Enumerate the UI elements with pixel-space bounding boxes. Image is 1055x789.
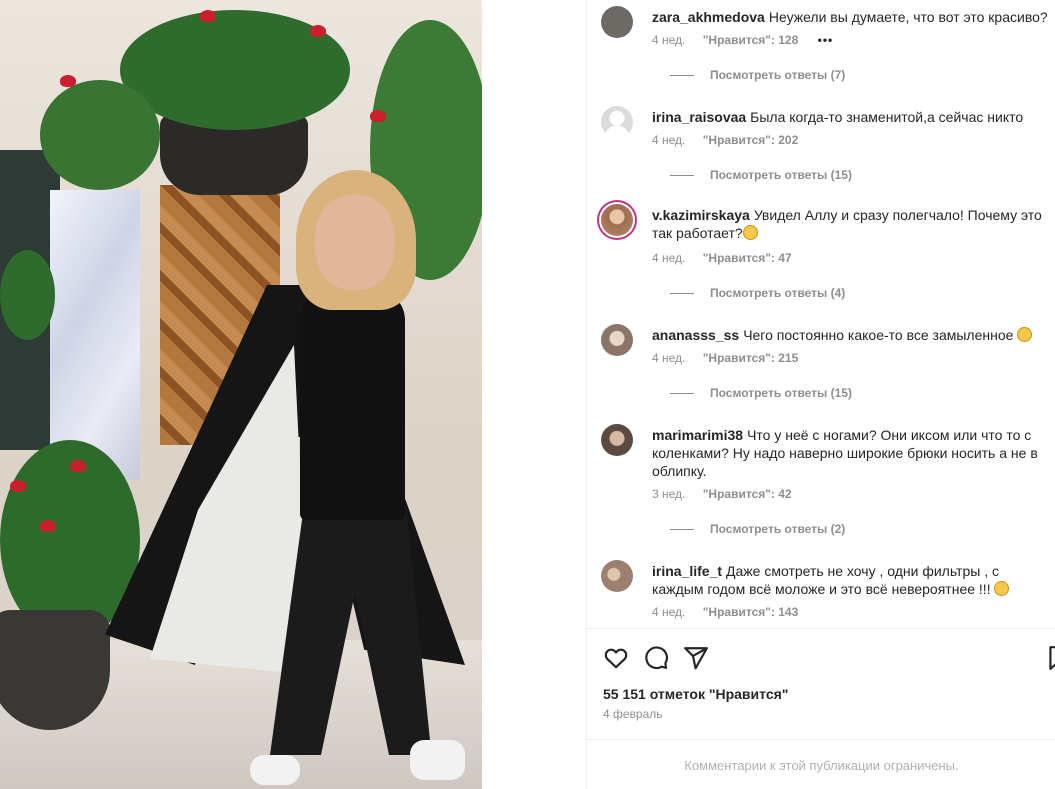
photo-shirt: [300, 290, 405, 520]
avatar-image: [601, 424, 633, 456]
photo-flower: [10, 480, 26, 492]
photo-mirror: [50, 190, 140, 480]
comment-text: Неужели вы думаете, что вот это красиво?: [768, 9, 1048, 25]
comment-meta: 4 нед. "Нравится": 128 •••: [652, 33, 847, 47]
view-replies-button[interactable]: Посмотреть ответы (2): [670, 522, 845, 536]
avatar[interactable]: [601, 424, 633, 456]
photo-flower: [70, 460, 86, 472]
comments-list[interactable]: zara_akhmedova Неужели вы думаете, что во…: [587, 0, 1055, 628]
view-replies-label: Посмотреть ответы (15): [710, 386, 852, 400]
action-icons: [603, 645, 709, 671]
view-replies-button[interactable]: Посмотреть ответы (7): [670, 68, 845, 82]
post-date[interactable]: 4 февраль: [603, 707, 663, 721]
avatar[interactable]: [601, 6, 633, 38]
comment-likes[interactable]: "Нравится": 42: [703, 487, 792, 501]
comment-time[interactable]: 4 нед.: [652, 251, 685, 265]
photo-plant: [40, 80, 160, 190]
view-replies-button[interactable]: Посмотреть ответы (15): [670, 386, 852, 400]
comment-text: Чего постоянно какое-то все замыленное: [743, 327, 1014, 343]
comment-time[interactable]: 4 нед.: [652, 351, 685, 365]
comment-meta: 4 нед. "Нравится": 202: [652, 133, 812, 147]
default-avatar-icon: [601, 106, 633, 138]
photo-flower: [60, 75, 76, 87]
comment-text: Была когда-то знаменитой,а сейчас никто: [750, 109, 1024, 125]
comment-time[interactable]: 4 нед.: [652, 33, 685, 47]
post-photo[interactable]: [0, 0, 482, 789]
comment-username[interactable]: ananasss_ss: [652, 327, 739, 343]
smile-emoji-icon: [742, 225, 758, 240]
avatar[interactable]: [601, 560, 633, 592]
comment-meta: 4 нед. "Нравится": 215: [652, 351, 812, 365]
comment-username[interactable]: v.kazimirskaya: [652, 207, 750, 223]
comment-meta: 4 нед. "Нравится": 47: [652, 251, 806, 265]
photo-shoe: [410, 740, 465, 780]
comment-username[interactable]: zara_akhmedova: [652, 9, 765, 25]
comment-likes[interactable]: "Нравится": 202: [703, 133, 799, 147]
comment-time[interactable]: 4 нед.: [652, 605, 685, 619]
comment-text-block: irina_life_t Даже смотреть не хочу , одни…: [652, 562, 1052, 598]
comments-panel: zara_akhmedova Неужели вы думаете, что во…: [586, 0, 1055, 789]
view-replies-label: Посмотреть ответы (4): [710, 286, 846, 300]
comment-meta: 3 нед. "Нравится": 42: [652, 487, 806, 501]
photo-plant: [0, 250, 55, 340]
comment-time[interactable]: 4 нед.: [652, 133, 685, 147]
comment-text-block: marimarimi38 Что у неё с ногами? Они иксо…: [652, 426, 1052, 480]
comment-likes[interactable]: "Нравится": 215: [703, 351, 799, 365]
comment-text-block: irina_raisovaa Была когда-то знаменитой,а…: [652, 108, 1052, 126]
more-options-icon[interactable]: •••: [818, 33, 834, 47]
comment-username[interactable]: irina_raisovaa: [652, 109, 746, 125]
replies-divider: [670, 392, 694, 394]
comment-username[interactable]: marimarimi38: [652, 427, 743, 443]
avatar-image: [601, 560, 633, 592]
comment-meta: 4 нед. "Нравится": 143: [652, 605, 812, 619]
comment-text-block: v.kazimirskaya Увидел Аллу и сразу полегч…: [652, 206, 1052, 242]
comment-likes[interactable]: "Нравится": 128: [703, 33, 799, 47]
share-icon[interactable]: [683, 645, 709, 671]
photo-flower: [40, 520, 56, 532]
comment-likes[interactable]: "Нравится": 143: [703, 605, 799, 619]
photo-flower: [200, 10, 216, 22]
view-replies-label: Посмотреть ответы (7): [710, 68, 846, 82]
view-replies-button[interactable]: Посмотреть ответы (4): [670, 286, 845, 300]
avatar-image: [601, 6, 633, 38]
flushed-emoji-icon: [1017, 327, 1033, 342]
comment-icon[interactable]: [643, 645, 669, 671]
view-replies-label: Посмотреть ответы (2): [710, 522, 846, 536]
avatar-image: [601, 204, 633, 236]
photo-shoe: [250, 755, 300, 785]
avatar[interactable]: [601, 204, 633, 236]
avatar[interactable]: [601, 324, 633, 356]
heart-icon[interactable]: [603, 645, 629, 671]
post-likes-count[interactable]: 55 151 отметок "Нравится": [603, 686, 788, 702]
replies-divider: [670, 528, 694, 530]
replies-divider: [670, 174, 694, 176]
avatar[interactable]: [601, 106, 633, 138]
avatar-image: [601, 324, 633, 356]
view-replies-button[interactable]: Посмотреть ответы (15): [670, 168, 852, 182]
comments-limited-notice: Комментарии к этой публикации ограничены…: [587, 739, 1055, 789]
comment-text-block: ananasss_ss Чего постоянно какое-то все з…: [652, 326, 1052, 344]
comment-text-block: zara_akhmedova Неужели вы думаете, что во…: [652, 8, 1052, 26]
replies-divider: [670, 292, 694, 294]
photo-flower: [310, 25, 326, 37]
photo-flower: [370, 110, 386, 122]
view-replies-label: Посмотреть ответы (15): [710, 168, 852, 182]
comment-time[interactable]: 3 нед.: [652, 487, 685, 501]
replies-divider: [670, 74, 694, 76]
flushed-emoji-icon: [994, 581, 1010, 596]
comment-likes[interactable]: "Нравится": 47: [703, 251, 792, 265]
post-actions: 55 151 отметок "Нравится" 4 февраль Комм…: [587, 628, 1055, 789]
bookmark-icon[interactable]: [1045, 645, 1055, 671]
photo-face: [315, 195, 395, 290]
comment-username[interactable]: irina_life_t: [652, 563, 722, 579]
